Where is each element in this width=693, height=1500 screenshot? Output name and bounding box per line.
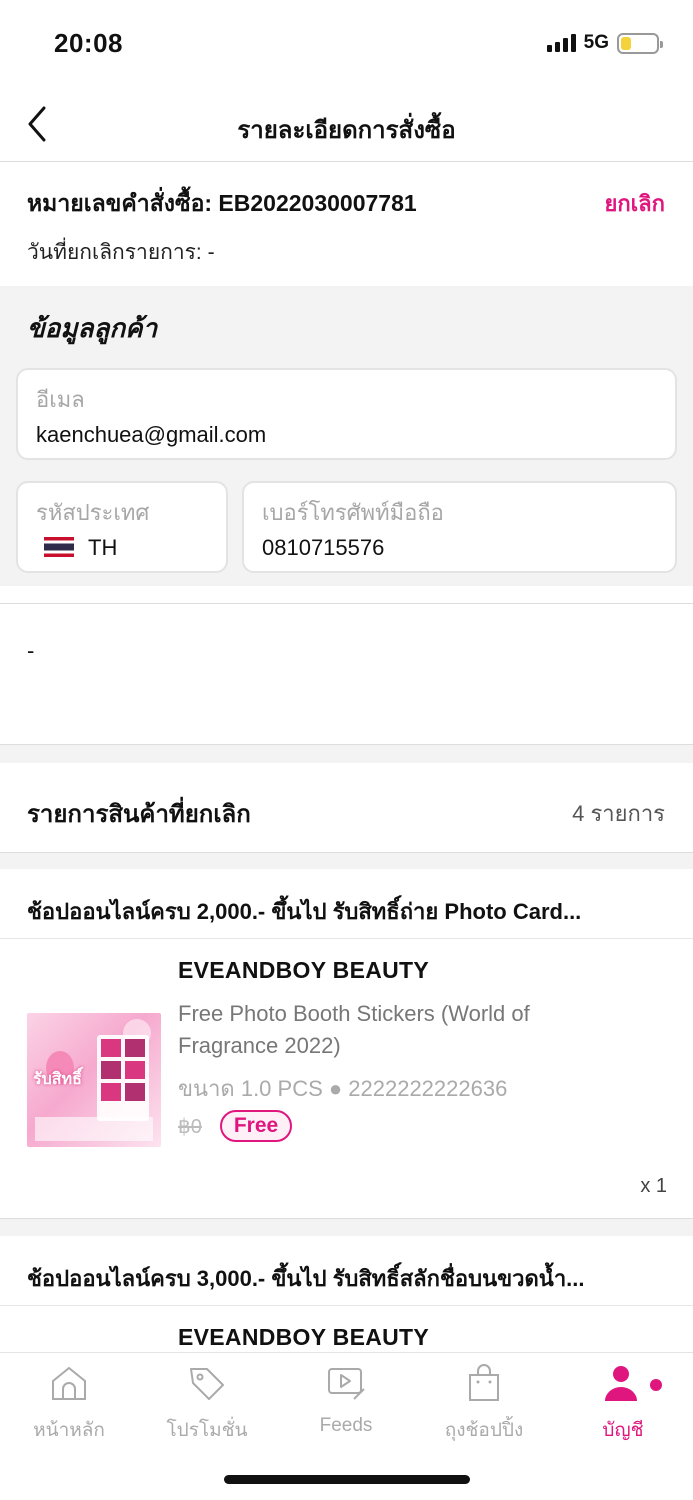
tab-label: Feeds xyxy=(319,1415,373,1436)
product-brand: EVEANDBOY BEAUTY xyxy=(178,1324,430,1350)
note-section: - xyxy=(0,603,693,745)
items-count: 4 รายการ xyxy=(572,801,665,826)
tab-label: โปรโมชั่น xyxy=(166,1420,248,1441)
account-icon xyxy=(605,1366,637,1401)
country-code-value: TH xyxy=(88,535,118,560)
product-brand: EVEANDBOY BEAUTY xyxy=(178,957,430,983)
tag-icon xyxy=(190,1368,224,1400)
signal-icon xyxy=(546,34,576,52)
shopping-bag-icon xyxy=(469,1364,499,1401)
home-indicator xyxy=(224,1475,470,1484)
customer-section: ข้อมูลลูกค้า อีเมล kaenchuea@gmail.com ร… xyxy=(0,286,693,586)
email-value: kaenchuea@gmail.com xyxy=(36,422,267,447)
product-name: Free Photo Booth Stickers (World of Frag… xyxy=(178,1001,530,1058)
tab-promotions[interactable]: โปรโมชั่น xyxy=(138,1363,276,1453)
promo-header: ช้อปออนไลน์ครบ 2,000.- ขึ้นไป รับสิทธิ์ถ… xyxy=(0,869,693,939)
items-title: รายการสินค้าที่ยกเลิก xyxy=(27,801,251,828)
tab-home[interactable]: หน้าหลัก xyxy=(0,1363,138,1453)
home-icon xyxy=(52,1366,86,1400)
notification-dot xyxy=(650,1379,662,1391)
quantity: x 1 xyxy=(640,1175,667,1197)
tab-account[interactable]: บัญชี xyxy=(554,1363,692,1453)
divider xyxy=(0,1218,693,1236)
video-icon xyxy=(328,1368,365,1400)
promo-header: ช้อปออนไลน์ครบ 3,000.- ขึ้นไป รับสิทธิ์ส… xyxy=(0,1236,693,1306)
status-time: 20:08 xyxy=(54,28,123,58)
promo-title: ช้อปออนไลน์ครบ 3,000.- ขึ้นไป รับสิทธิ์ส… xyxy=(27,1266,585,1291)
note-text: - xyxy=(27,638,35,663)
page-title: รายละเอียดการสั่งซื้อ xyxy=(237,117,456,144)
network-type: 5G xyxy=(583,32,609,53)
nav-bar: รายละเอียดการสั่งซื้อ xyxy=(0,90,693,162)
status-indicators: 5G xyxy=(546,32,663,54)
original-price: ฿0 xyxy=(178,1115,202,1138)
phone-label: เบอร์โทรศัพท์มือถือ xyxy=(262,500,444,525)
email-label: อีเมล xyxy=(36,387,85,412)
country-code-field[interactable]: รหัสประเทศ TH xyxy=(16,481,228,573)
order-info: หมายเลขคำสั่งซื้อ: EB202203000​7781 ยกเล… xyxy=(0,163,693,286)
order-number: หมายเลขคำสั่งซื้อ: EB202203000​7781 xyxy=(27,190,417,216)
list-item[interactable]: รับสิทธิ์ EVEANDBOY BEAUTY Free Photo Bo… xyxy=(0,940,693,1218)
tab-feeds[interactable]: Feeds xyxy=(277,1363,415,1453)
divider xyxy=(0,853,693,869)
list-item[interactable]: EVEANDBOY BEAUTY xyxy=(0,1307,693,1352)
cancel-date: วันที่ยกเลิกรายการ: - xyxy=(27,241,215,264)
tab-label: บัญชี xyxy=(602,1420,644,1441)
tab-label: ถุงช้อปปิ้ง xyxy=(444,1420,524,1441)
thailand-flag-icon xyxy=(44,537,74,557)
free-badge: Free xyxy=(219,1110,293,1142)
phone-field[interactable]: เบอร์โทรศัพท์มือถือ 0810715576 xyxy=(242,481,677,573)
divider xyxy=(0,745,693,763)
battery-icon xyxy=(617,32,663,54)
tab-label: หน้าหลัก xyxy=(33,1420,105,1441)
phone-value: 0810715576 xyxy=(262,535,385,560)
tab-shopping-bag[interactable]: ถุงช้อปปิ้ง xyxy=(415,1363,553,1453)
customer-title: ข้อมูลลูกค้า xyxy=(27,313,158,343)
items-header: รายการสินค้าที่ยกเลิก 4 รายการ xyxy=(0,763,693,853)
email-field[interactable]: อีเมล kaenchuea@gmail.com xyxy=(16,368,677,460)
country-code-label: รหัสประเทศ xyxy=(36,500,150,525)
product-variant: ขนาด 1.0 PCS ● 2222222222636 xyxy=(178,1076,508,1101)
product-image: รับสิทธิ์ xyxy=(27,1013,161,1147)
promo-title: ช้อปออนไลน์ครบ 2,000.- ขึ้นไป รับสิทธิ์ถ… xyxy=(27,899,582,924)
cancel-button[interactable]: ยกเลิก xyxy=(604,186,665,221)
price-row: ฿0 Free xyxy=(178,1110,293,1142)
thumbnail-text: รับสิทธิ์ xyxy=(33,1071,82,1088)
status-bar: 20:08 5G xyxy=(0,0,693,90)
